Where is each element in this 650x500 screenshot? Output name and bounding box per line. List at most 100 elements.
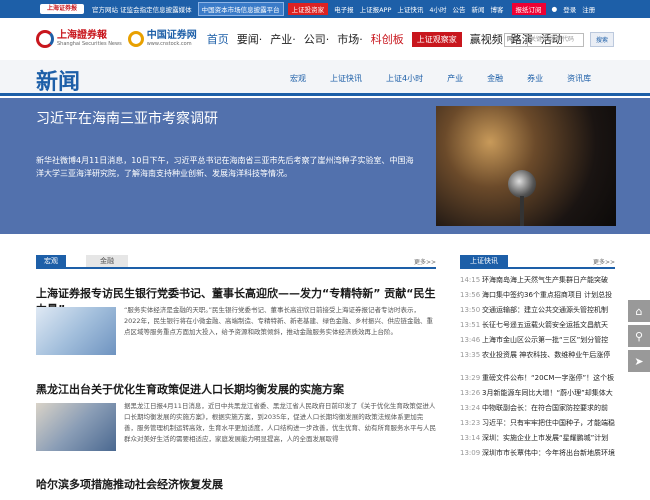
news-text[interactable]: 上海市金山区公示第一批“三区”划分管控 [482,335,608,345]
news-time: 13:14 [460,433,481,442]
disclosure-link[interactable]: 中国资本市场信息披露平台 [197,2,284,16]
flash-news-panel: 上证快讯 更多>> 14:15 环海南岛海上天然气生产集群日产能突破 13:56 海… [460,255,615,460]
news-text[interactable]: 海口集中签约36个重点招商项目 计划总投 [482,290,612,300]
hero-microphone-image[interactable] [436,106,616,226]
nav-industry[interactable]: 产业· [270,31,296,47]
nav-observer[interactable]: 上证观察家 [411,31,462,47]
section-title: 新闻 [36,70,81,95]
tab-finance[interactable]: 金融 [86,255,128,267]
subscribe-button[interactable]: 报纸订阅 [511,3,546,15]
article-title[interactable]: 哈尔滨多项措施推动社会经济恢复发展 [36,476,436,492]
subnav-4h[interactable]: 上证4小时 [386,73,423,84]
nav-company[interactable]: 公司· [304,31,330,47]
cnstock-logo[interactable]: 中国证券网 www.cnstock.com [127,31,197,47]
home-icon[interactable]: ⌂ [628,300,650,322]
list-item[interactable]: 13:14 深圳：实施企业上市发展“星耀鹏城”计划 [460,430,615,445]
hero-description: 新华社微博4月11日消息，10日下午，习近平总书记在海南省三亚市先后考察了崖州湾… [36,156,414,178]
subnav-database[interactable]: 资讯库 [567,73,591,84]
news-text[interactable]: 长征七号遥五运载火箭安全运抵文昌航天 [482,320,608,330]
flash-more-link[interactable]: 更多>> [593,257,615,266]
flash-tabs: 上证快讯 更多>> [460,255,615,269]
list-item[interactable]: 13:24 中物联副会长：在符合国家防控要求的前 [460,400,615,415]
tab-flash-news[interactable]: 上证快讯 [460,255,508,267]
left-more-link[interactable]: 更多>> [414,257,436,266]
news-time: 13:26 [460,388,481,397]
search-input[interactable]: 关键字/股票代码 [527,32,584,47]
nav-home[interactable]: 首页 [207,31,229,47]
top-link-blog[interactable]: 博客 [491,4,504,14]
list-item[interactable]: 13:46 上海市金山区公示第一批“三区”划分管控 [460,332,615,347]
hero-title[interactable]: 习近平在海南三亚市考察调研 [36,108,218,128]
nav-video[interactable]: 赢视频 [470,31,503,47]
login-link[interactable]: 登录 [563,4,576,14]
news-text[interactable]: 中物联副会长：在符合国家防控要求的前 [482,403,608,413]
news-time: 14:15 [460,275,481,284]
news-time: 13:09 [460,448,481,457]
article-thumbnail[interactable] [36,307,116,355]
news-text[interactable]: 习近平：只有牢牢把住中国种子，才能端稳中 [482,418,615,428]
list-item[interactable]: 13:51 长征七号遥五运载火箭安全运抵文昌航天 [460,317,615,332]
register-link[interactable]: 注册 [582,4,595,14]
top-logo[interactable]: 上海证券报 [40,4,84,14]
top-link-app[interactable]: 上证报APP [360,4,392,14]
news-time: 13:51 [460,320,481,329]
article-summary: “服务实体经济是金融的天职。”民生银行党委书记、董事长高迎欣日前接受上海证券报记… [124,306,434,336]
news-text[interactable]: 环海南岛海上天然气生产集群日产能突破 [482,275,608,285]
sse-logo-icon [36,30,54,48]
list-item[interactable]: 13:50 交通运输部：建立公共交通源头管控机制 [460,302,615,317]
sse-logo[interactable]: 上海證券報 Shanghai Securities News [36,30,122,48]
news-text[interactable]: 交通运输部：建立公共交通源头管控机制 [482,305,608,315]
news-time: 13:46 [460,335,481,344]
top-link-epaper[interactable]: 电子报 [334,4,354,14]
header: 上海證券報 Shanghai Securities News 中国证券网 www… [0,18,650,60]
news-text[interactable]: 重磅文件公布！“20CM一字涨停”！这个板 [482,373,614,383]
news-text[interactable]: 农业投资展 神农科技、数维种业午后涨停 [482,350,610,360]
article-thumbnail[interactable] [36,403,116,451]
subnav-macro[interactable]: 宏观 [290,73,306,84]
news-time: 13:29 [460,373,481,382]
cnstock-logo-icon [127,31,144,47]
list-item[interactable]: 14:15 环海南岛海上天然气生产集群日产能突破 [460,272,615,287]
article-item: 黑龙江出台关于优化生育政策促进人口长期均衡发展的实施方案 据黑龙江日报4月11日… [36,381,436,461]
subnav-brokerage[interactable]: 券业 [527,73,543,84]
article-title[interactable]: 黑龙江出台关于优化生育政策促进人口长期均衡发展的实施方案 [36,381,436,397]
top-link-notice[interactable]: 公告 [453,4,466,14]
top-bar: 上海证券报 官方网站 证监会指定信息披露媒体 中国资本市场信息披露平台 上证投资… [0,0,650,18]
list-item[interactable]: 13:26 3月新能源车同比大增！“蔚小理”却集体大 [460,385,615,400]
news-time: 13:24 [460,403,481,412]
news-time: 13:50 [460,305,481,314]
left-tabs: 宏观 金融 更多>> [36,255,436,269]
news-text[interactable]: 深圳市市长覃伟中：今年将出台新地质环境 [482,448,615,458]
search-icon[interactable]: ⚲ [628,325,650,347]
subnav-flash[interactable]: 上证快讯 [330,73,362,84]
search-button[interactable]: 搜索 [589,32,614,47]
user-icon: ● [551,5,558,13]
section-banner: 新闻 宏观 上证快讯 上证4小时 产业 金融 券业 资讯库 [0,60,650,96]
microphone-icon [508,170,536,198]
article-summary: 据黑龙江日报4月11日消息，近日中共黑龙江省委、黑龙江省人民政府日前印发了《关于… [124,402,436,443]
nav-news[interactable]: 要闻· [237,31,263,47]
nav-market[interactable]: 市场· [337,31,363,47]
tab-macro[interactable]: 宏观 [36,255,66,267]
list-item[interactable]: 13:29 重磅文件公布！“20CM一字涨停”！这个板 [460,370,615,385]
subnav-industry[interactable]: 产业 [447,73,463,84]
news-text[interactable]: 3月新能源车同比大增！“蔚小理”却集体大 [482,388,613,398]
news-text[interactable]: 深圳：实施企业上市发展“星耀鹏城”计划 [482,433,608,443]
news-time: 13:56 [460,290,481,299]
investor-link[interactable]: 上证投资家 [287,3,329,15]
subnav-finance[interactable]: 金融 [487,73,503,84]
search-type-select[interactable]: 网页 [503,32,528,47]
cnstock-logo-sub: www.cnstock.com [146,41,192,47]
share-icon[interactable]: ➤ [628,350,650,372]
list-item[interactable]: 13:35 农业投资展 神农科技、数维种业午后涨停 [460,347,615,362]
top-link-4h[interactable]: 4小时 [429,4,446,14]
list-divider [460,362,615,370]
list-item[interactable]: 13:56 海口集中签约36个重点招商项目 计划总投 [460,287,615,302]
top-link-flash[interactable]: 上证快讯 [397,4,423,14]
list-item[interactable]: 13:09 深圳市市长覃伟中：今年将出台新地质环境 [460,445,615,460]
top-link-news[interactable]: 新闻 [472,4,485,14]
news-time: 13:23 [460,418,481,427]
list-item[interactable]: 13:23 习近平：只有牢牢把住中国种子，才能端稳中 [460,415,615,430]
section-subnav: 宏观 上证快讯 上证4小时 产业 金融 券业 资讯库 [290,73,615,84]
nav-star-market[interactable]: 科创板 [371,31,404,47]
